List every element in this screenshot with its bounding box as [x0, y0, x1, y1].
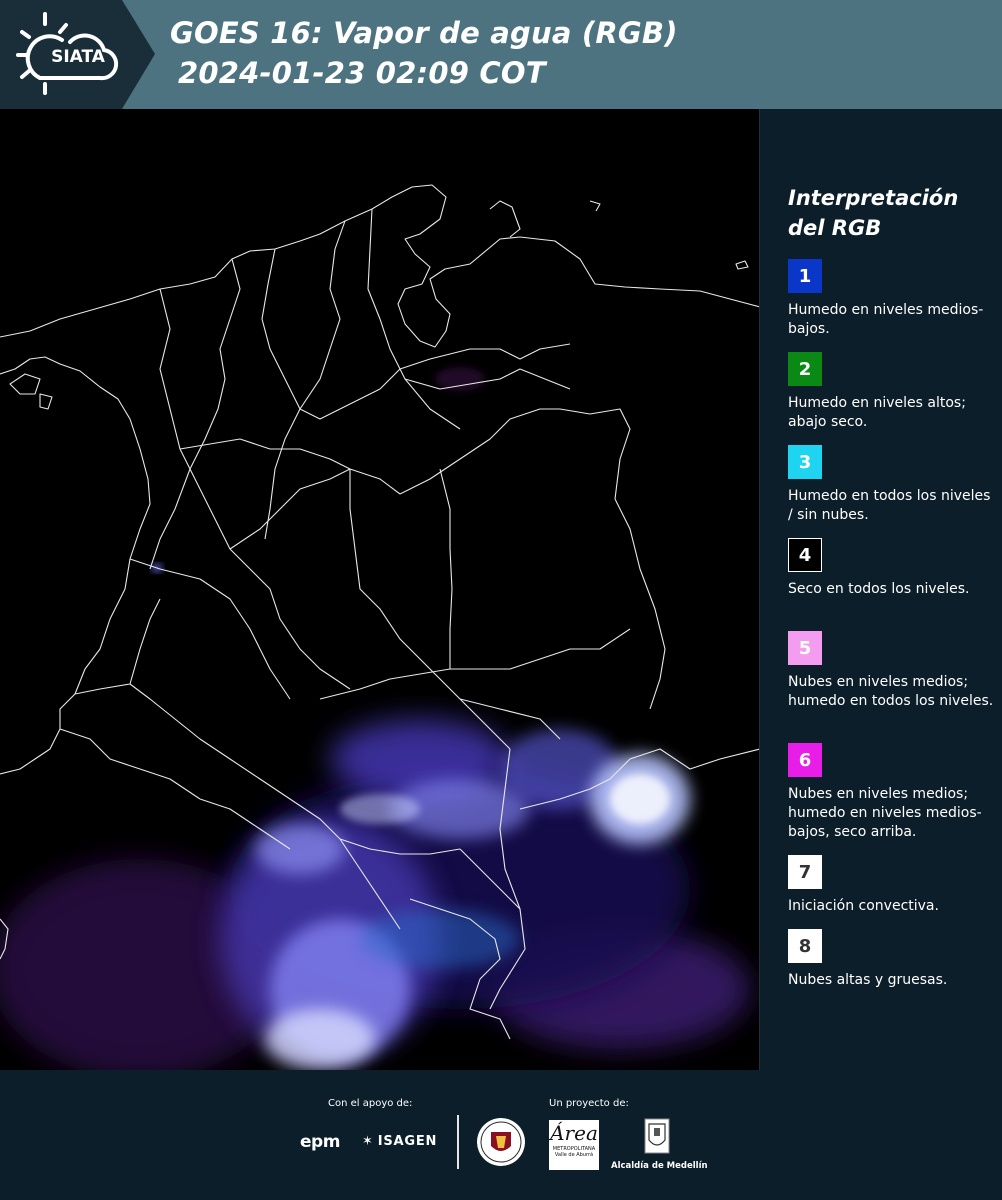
legend-item-2: 2 Humedo en niveles altos; abajo seco. [788, 352, 998, 432]
isagen-label: ISAGEN [377, 1134, 438, 1149]
medellin-shield-icon [644, 1118, 670, 1154]
satellite-map [0, 109, 760, 1070]
legend-item-7: 7 Iniciación convectiva. [788, 855, 998, 916]
legend-item-4: 4 Seco en todos los niveles. [788, 538, 998, 599]
legend-item-6: 6 Nubes en niveles medios; humedo en niv… [788, 743, 998, 842]
footer-divider [457, 1115, 459, 1169]
legend-swatch-8: 8 [788, 929, 822, 963]
isagen-logo: ✶ ISAGEN [362, 1134, 437, 1149]
epm-logo: epm [300, 1132, 340, 1152]
legend-swatch-7: 7 [788, 855, 822, 889]
legend-swatch-6: 6 [788, 743, 822, 777]
area-metro-sub: METROPOLITANA Valle de Aburrá [552, 1146, 596, 1158]
siata-logo-text: SIATA [51, 47, 106, 67]
legend-swatch-3: 3 [788, 445, 822, 479]
legend-title: Interpretación del RGB [788, 186, 959, 240]
footer-bar: Con el apoyo de: Un proyecto de: epm ✶ I… [0, 1070, 1002, 1200]
legend-text-4: Seco en todos los niveles. [788, 581, 970, 597]
legend-item-5: 5 Nubes en niveles medios; humedo en tod… [788, 631, 998, 711]
legend-item-1: 1 Humedo en niveles medios-bajos. [788, 259, 998, 339]
isagen-star-icon: ✶ [362, 1134, 374, 1149]
legend-text-1: Humedo en niveles medios-bajos. [788, 302, 984, 337]
legend-swatch-5: 5 [788, 631, 822, 665]
antioquia-seal-logo [476, 1116, 526, 1168]
area-metro-mark: Área [550, 1121, 598, 1145]
legend-text-6: Nubes en niveles medios; humedo en nivel… [788, 786, 982, 840]
legend-panel: Interpretación del RGB 1 Humedo en nivel… [760, 109, 1002, 1070]
alcaldia-label: Alcaldía de Medellín [611, 1161, 708, 1171]
legend-swatch-4: 4 [788, 538, 822, 572]
legend-item-3: 3 Humedo en todos los niveles / sin nube… [788, 445, 998, 525]
legend-text-5: Nubes en niveles medios; humedo en todos… [788, 674, 994, 709]
legend-swatch-1: 1 [788, 259, 822, 293]
page-timestamp: 2024-01-23 02:09 COT [178, 56, 546, 90]
page-title: GOES 16: Vapor de agua (RGB) [170, 16, 678, 50]
alcaldia-medellin-logo: Alcaldía de Medellín [611, 1118, 708, 1171]
header-bar: SIATA GOES 16: Vapor de agua (RGB) 2024-… [0, 0, 1002, 109]
area-metropolitana-logo: Área METROPOLITANA Valle de Aburrá [549, 1120, 599, 1170]
project-caption: Un proyecto de: [549, 1098, 629, 1109]
siata-logo: SIATA [0, 0, 155, 109]
legend-text-2: Humedo en niveles altos; abajo seco. [788, 395, 966, 430]
legend-text-8: Nubes altas y gruesas. [788, 972, 948, 988]
legend-swatch-2: 2 [788, 352, 822, 386]
support-caption: Con el apoyo de: [328, 1098, 413, 1109]
legend-text-3: Humedo en todos los niveles / sin nubes. [788, 488, 991, 523]
legend-text-7: Iniciación convectiva. [788, 898, 939, 914]
legend-item-8: 8 Nubes altas y gruesas. [788, 929, 998, 990]
